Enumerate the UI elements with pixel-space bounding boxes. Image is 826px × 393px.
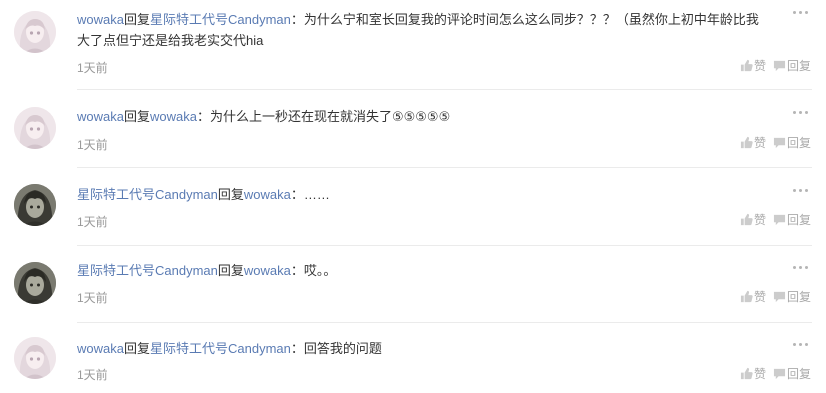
- comment-time: 1天前: [77, 215, 108, 229]
- comment-body: 星际特工代号Candyman回复wowaka：哎。。: [77, 260, 766, 281]
- reply-label: 回复: [786, 290, 811, 304]
- comment-item: wowaka回复星际特工代号Candyman：为什么宁和室长回复我的评论时间怎么…: [0, 0, 826, 90]
- reply-button[interactable]: 回复: [773, 135, 811, 151]
- comment-item: wowaka回复wowaka：为什么上一秒还在现在就消失了⑤⑤⑤⑤⑤ 1天前 赞…: [0, 90, 826, 168]
- like-label: 赞: [753, 213, 766, 227]
- avatar[interactable]: [14, 107, 56, 149]
- reply-target-link[interactable]: wowaka: [244, 263, 291, 278]
- reply-label: 回复: [786, 59, 811, 73]
- reply-verb: 回复: [123, 341, 150, 356]
- reply-verb: 回复: [123, 109, 150, 124]
- like-button[interactable]: 赞: [740, 366, 766, 382]
- comment-body: 星际特工代号Candyman回复wowaka：……: [77, 184, 766, 205]
- reply-icon: [773, 137, 786, 149]
- like-button[interactable]: 赞: [740, 135, 766, 151]
- like-button[interactable]: 赞: [740, 58, 766, 74]
- reply-button[interactable]: 回复: [773, 58, 811, 74]
- comment-item: 星际特工代号Candyman回复wowaka：哎。。 1天前 赞回复: [0, 246, 826, 323]
- avatar[interactable]: [14, 337, 56, 379]
- reply-separator: ：: [290, 12, 304, 27]
- reply-separator: ：: [290, 187, 304, 202]
- like-button[interactable]: 赞: [740, 212, 766, 228]
- reply-separator: ：: [290, 341, 304, 356]
- comment-actions: 赞 回复: [733, 58, 811, 74]
- comment-item: wowaka回复星际特工代号Candyman：回答我的问题 1天前 赞回复: [0, 323, 826, 393]
- comment-text: 哎。。: [303, 263, 337, 278]
- comment-author-link[interactable]: wowaka: [77, 341, 124, 356]
- reply-target-link[interactable]: 星际特工代号Candyman: [150, 12, 291, 27]
- more-options-icon[interactable]: [793, 184, 809, 198]
- reply-separator: ：: [290, 263, 304, 278]
- thumbs-up-icon: [740, 136, 753, 149]
- comment-actions: 赞 回复: [733, 212, 811, 228]
- reply-icon: [773, 60, 786, 72]
- like-label: 赞: [753, 136, 766, 150]
- comment-author-link[interactable]: 星际特工代号Candyman: [77, 187, 218, 202]
- reply-separator: ：: [196, 109, 210, 124]
- reply-verb: 回复: [217, 263, 244, 278]
- comment-list: wowaka回复星际特工代号Candyman：为什么宁和室长回复我的评论时间怎么…: [0, 0, 826, 393]
- comment-text: ……: [303, 187, 330, 202]
- like-label: 赞: [753, 367, 766, 381]
- comment-time: 1天前: [77, 61, 108, 75]
- more-options-icon[interactable]: [793, 338, 809, 352]
- reply-button[interactable]: 回复: [773, 289, 811, 305]
- comment-actions: 赞 回复: [733, 366, 811, 382]
- comment-time: 1天前: [77, 291, 108, 305]
- reply-icon: [773, 214, 786, 226]
- more-options-icon[interactable]: [793, 261, 809, 275]
- comment-author-link[interactable]: wowaka: [77, 12, 124, 27]
- thumbs-up-icon: [740, 59, 753, 72]
- thumbs-up-icon: [740, 367, 753, 380]
- reply-icon: [773, 291, 786, 303]
- avatar[interactable]: [14, 11, 56, 53]
- reply-verb: 回复: [123, 12, 150, 27]
- comment-item: 星际特工代号Candyman回复wowaka：…… 1天前 赞回复: [0, 168, 826, 246]
- comment-body: wowaka回复星际特工代号Candyman：为什么宁和室长回复我的评论时间怎么…: [77, 9, 766, 51]
- comment-time: 1天前: [77, 368, 108, 382]
- reply-target-link[interactable]: 星际特工代号Candyman: [150, 341, 291, 356]
- reply-button[interactable]: 回复: [773, 366, 811, 382]
- comment-text: 回答我的问题: [303, 341, 382, 356]
- comment-body: wowaka回复星际特工代号Candyman：回答我的问题: [77, 338, 766, 359]
- reply-button[interactable]: 回复: [773, 212, 811, 228]
- like-label: 赞: [753, 290, 766, 304]
- comment-body: wowaka回复wowaka：为什么上一秒还在现在就消失了⑤⑤⑤⑤⑤: [77, 106, 766, 127]
- comment-actions: 赞 回复: [733, 289, 811, 305]
- comment-time: 1天前: [77, 138, 108, 152]
- thumbs-up-icon: [740, 213, 753, 226]
- reply-label: 回复: [786, 213, 811, 227]
- like-label: 赞: [753, 59, 766, 73]
- reply-target-link[interactable]: wowaka: [244, 187, 291, 202]
- reply-label: 回复: [786, 136, 811, 150]
- avatar[interactable]: [14, 184, 56, 226]
- reply-target-link[interactable]: wowaka: [150, 109, 197, 124]
- reply-label: 回复: [786, 367, 811, 381]
- reply-icon: [773, 368, 786, 380]
- more-options-icon[interactable]: [793, 6, 809, 20]
- more-options-icon[interactable]: [793, 106, 809, 120]
- reply-verb: 回复: [217, 187, 244, 202]
- comment-actions: 赞 回复: [733, 135, 811, 151]
- thumbs-up-icon: [740, 290, 753, 303]
- comment-author-link[interactable]: 星际特工代号Candyman: [77, 263, 218, 278]
- comment-text: 为什么上一秒还在现在就消失了⑤⑤⑤⑤⑤: [209, 109, 451, 124]
- like-button[interactable]: 赞: [740, 289, 766, 305]
- comment-author-link[interactable]: wowaka: [77, 109, 124, 124]
- avatar[interactable]: [14, 262, 56, 304]
